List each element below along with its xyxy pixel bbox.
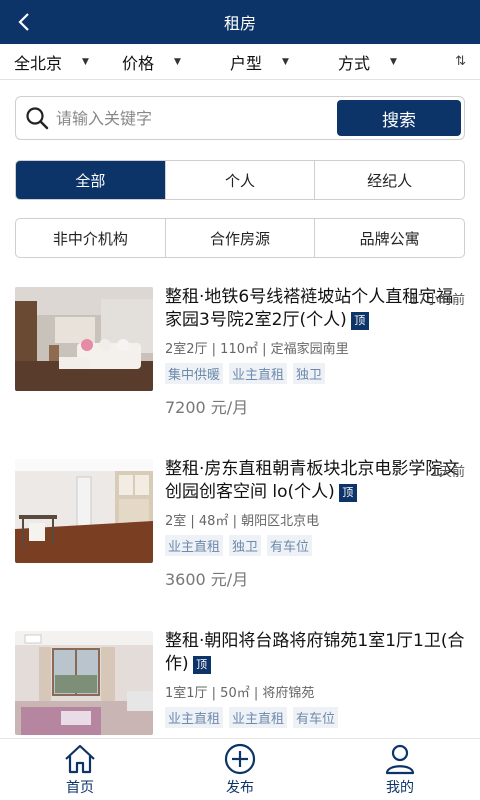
search-button[interactable]: 搜索 xyxy=(337,100,461,136)
listing-info: 整租·地铁6号线褡裢坡站个人直租定福家园3号院2室2厅(个人) 顶 2室2厅 | … xyxy=(165,286,465,458)
filter-layout-label: 户型 xyxy=(230,53,263,73)
nav-profile-label: 我的 xyxy=(386,780,414,796)
search-input[interactable] xyxy=(56,108,337,128)
filter-area[interactable]: 全北京 ▼ xyxy=(14,50,122,74)
listing-tag: 业主直租 xyxy=(165,707,224,728)
filter-mode[interactable]: 方式 ▼ xyxy=(338,50,446,74)
tab-non-agency[interactable]: 非中介机构 xyxy=(16,219,165,257)
sort-icon[interactable]: ⇅ xyxy=(455,54,466,69)
tab-cooperative[interactable]: 合作房源 xyxy=(164,219,315,257)
listing-list: 整租·地铁6号线褡裢坡站个人直租定福家园3号院2室2厅(个人) 顶 2室2厅 | … xyxy=(0,286,480,800)
app: 租房 全北京 ▼ 价格 ▼ 户型 ▼ 方式 ▼ ⇅ 搜索 全部 个人 经纪人 xyxy=(0,0,480,800)
filter-bar: 全北京 ▼ 价格 ▼ 户型 ▼ 方式 ▼ ⇅ xyxy=(0,44,480,80)
listing-photo xyxy=(15,287,153,391)
listing-info: 整租·房东直租朝青板块北京电影学院文创园创客空间 lo(个人) 顶 2室 | 48… xyxy=(165,458,465,630)
nav-home-label: 首页 xyxy=(66,780,94,796)
search-box: 搜索 xyxy=(15,96,465,140)
caret-down-icon: ▼ xyxy=(174,56,181,67)
listing-tags: 集中供暖 业主直租 独卫 xyxy=(165,363,465,384)
listing-tag: 业主直租 xyxy=(165,535,224,556)
home-icon xyxy=(65,744,95,774)
caret-down-icon: ▼ xyxy=(82,56,89,67)
page-title: 租房 xyxy=(223,14,256,33)
tab-agent[interactable]: 经纪人 xyxy=(314,161,464,199)
filter-price-label: 价格 xyxy=(122,53,155,73)
source-type-tabs: 非中介机构 合作房源 品牌公寓 xyxy=(15,218,465,258)
listing-tag: 集中供暖 xyxy=(165,363,224,384)
back-arrow-icon xyxy=(18,13,29,31)
owner-type-tabs: 全部 个人 经纪人 xyxy=(15,160,465,200)
tab-brand-apartment[interactable]: 品牌公寓 xyxy=(314,219,464,257)
listing-photo xyxy=(15,459,153,563)
back-button[interactable] xyxy=(6,4,42,40)
pinned-badge: 顶 xyxy=(192,656,211,674)
nav-publish-label: 发布 xyxy=(226,780,254,796)
pinned-badge: 顶 xyxy=(350,312,369,330)
bottom-nav: 首页 发布 我的 xyxy=(0,738,480,800)
header-bar: 租房 xyxy=(0,0,480,44)
search-icon xyxy=(26,107,49,130)
listing-photo xyxy=(15,631,153,735)
tab-individual[interactable]: 个人 xyxy=(164,161,315,199)
listing-title[interactable]: 整租·朝阳将台路将府锦苑1室1厅1卫(合作) 顶 xyxy=(165,630,465,676)
nav-profile[interactable]: 我的 xyxy=(320,739,480,800)
filter-area-label: 全北京 xyxy=(14,53,63,73)
filter-layout[interactable]: 户型 ▼ xyxy=(230,50,338,74)
listing-meta: 1室1厅 | 50㎡ | 将府锦苑 xyxy=(165,686,315,701)
listing-time: 17小时前 xyxy=(409,293,465,308)
nav-home[interactable]: 首页 xyxy=(0,739,160,800)
listing-title[interactable]: 整租·房东直租朝青板块北京电影学院文创园创客空间 lo(个人) 顶 xyxy=(165,458,465,504)
listing-tag: 独卫 xyxy=(293,363,326,384)
plus-circle-icon xyxy=(224,743,256,775)
listing-time: 1天前 xyxy=(430,465,465,480)
listing-tag: 有车位 xyxy=(293,707,339,728)
nav-publish[interactable]: 发布 xyxy=(160,739,320,800)
listing-meta: 2室 | 48㎡ | 朝阳区北京电 xyxy=(165,514,320,529)
listing-item[interactable]: 整租·房东直租朝青板块北京电影学院文创园创客空间 lo(个人) 顶 2室 | 48… xyxy=(0,458,480,630)
listing-tag: 业主直租 xyxy=(229,707,288,728)
filter-mode-label: 方式 xyxy=(338,53,371,73)
listing-tags: 业主直租 独卫 有车位 xyxy=(165,535,465,556)
listing-tag: 独卫 xyxy=(229,535,262,556)
listing-tag: 有车位 xyxy=(267,535,313,556)
tab-all[interactable]: 全部 xyxy=(16,161,165,199)
caret-down-icon: ▼ xyxy=(390,56,397,67)
user-icon xyxy=(385,744,415,775)
listing-price: 7200 元/月 17小时前 xyxy=(165,293,465,418)
listing-meta: 2室2厅 | 110㎡ | 定福家园南里 xyxy=(165,342,349,357)
filter-price[interactable]: 价格 ▼ xyxy=(122,50,230,74)
listing-tags: 业主直租 业主直租 有车位 xyxy=(165,707,465,728)
listing-tag: 业主直租 xyxy=(229,363,288,384)
pinned-badge: 顶 xyxy=(338,484,357,502)
listing-price: 3600 元/月 1天前 xyxy=(165,465,465,590)
listing-item[interactable]: 整租·地铁6号线褡裢坡站个人直租定福家园3号院2室2厅(个人) 顶 2室2厅 | … xyxy=(0,286,480,458)
caret-down-icon: ▼ xyxy=(282,56,289,67)
